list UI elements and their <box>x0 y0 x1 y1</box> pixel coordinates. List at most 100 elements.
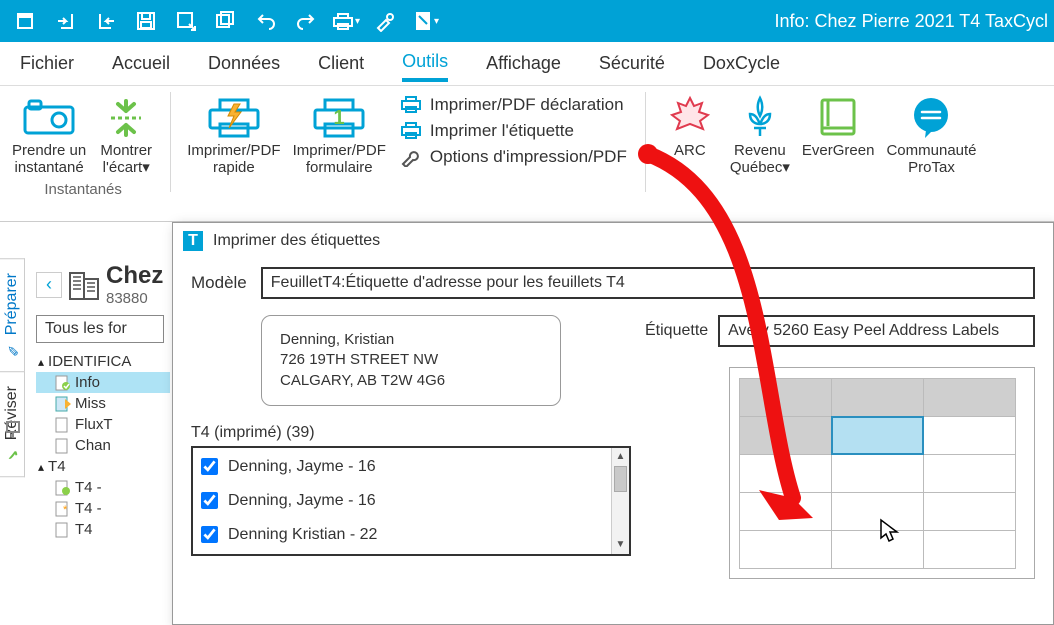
model-label: Modèle <box>191 273 247 293</box>
all-forms-field[interactable]: Tous les for <box>36 315 164 343</box>
label: l'écart▾ <box>103 159 150 176</box>
print-pdf-quick-button[interactable]: Imprimer/PDF rapide <box>181 92 286 179</box>
tree-node-t4b[interactable]: * T4 - <box>36 498 170 519</box>
tree-node-flux[interactable]: FluxT <box>36 414 170 435</box>
label: Québec▾ <box>730 159 790 176</box>
new-file-icon[interactable] <box>12 7 40 35</box>
label: formulaire <box>306 159 373 176</box>
tree-node-chan[interactable]: Chan <box>36 435 170 456</box>
tab-affichage[interactable]: Affichage <box>486 47 561 80</box>
list-item[interactable]: Denning Kristian - 22 <box>195 518 611 552</box>
print-pdf-form-button[interactable]: 1 Imprimer/PDF formulaire <box>287 92 392 179</box>
tree-node-t4[interactable]: ▴T4 <box>36 456 170 477</box>
label: Imprimer l'étiquette <box>430 121 574 141</box>
tab-fichier[interactable]: Fichier <box>20 47 74 80</box>
client-id: 83880 <box>106 290 163 307</box>
scroll-thumb[interactable] <box>614 466 627 492</box>
label: T4 <box>75 521 93 538</box>
tab-securite[interactable]: Sécurité <box>599 47 665 80</box>
label: Miss <box>75 395 106 412</box>
tree-node-t4c[interactable]: T4 <box>36 519 170 540</box>
tree-node-miss[interactable]: Miss <box>36 393 170 414</box>
item-checkbox[interactable] <box>201 492 218 509</box>
print-label-button[interactable]: Imprimer l'étiquette <box>392 118 635 144</box>
label: ARC <box>674 142 706 159</box>
camera-icon <box>21 94 77 140</box>
collapse-button[interactable]: ‹ <box>36 272 62 298</box>
model-combobox[interactable]: FeuilletT4:Étiquette d'adresse pour les … <box>261 267 1035 299</box>
address-preview: Denning, Kristian 726 19TH STREET NW CAL… <box>261 315 561 406</box>
tab-outils[interactable]: Outils <box>402 45 448 82</box>
tree-node-info[interactable]: Info <box>36 372 170 393</box>
undo-icon[interactable] <box>252 7 280 35</box>
label: instantané <box>14 159 83 176</box>
save-as-icon[interactable] <box>172 7 200 35</box>
vtab-prepare[interactable]: ✎Préparer <box>0 258 25 372</box>
label: Prendre un <box>12 142 86 159</box>
community-button[interactable]: Communauté ProTax <box>880 92 982 179</box>
label: Options d'impression/PDF <box>430 147 627 167</box>
printer-one-icon: 1 <box>311 94 367 140</box>
scroll-down-icon[interactable]: ▼ <box>612 536 629 554</box>
selected-label-cell[interactable] <box>831 416 924 455</box>
label-type-combobox[interactable]: Avery 5260 Easy Peel Address Labels <box>718 315 1035 347</box>
label: FluxT <box>75 416 113 433</box>
list-item[interactable]: Denning, Jayme - 16 <box>195 484 611 518</box>
form-tree: ▴IDENTIFICA Info Miss FluxT Chan ▴T4 T4 … <box>30 347 170 540</box>
printer-small-icon <box>400 121 422 141</box>
address-line: 726 19TH STREET NW <box>280 350 542 370</box>
address-line: Denning, Kristian <box>280 330 542 350</box>
print-pdf-declaration-button[interactable]: Imprimer/PDF déclaration <box>392 92 635 118</box>
chat-icon <box>903 94 959 140</box>
label: T4 - <box>75 500 102 517</box>
edit-doc-icon[interactable]: ▾ <box>412 7 440 35</box>
tab-donnees[interactable]: Données <box>208 47 280 80</box>
item-checkbox[interactable] <box>201 526 218 543</box>
item-checkbox[interactable] <box>201 458 218 475</box>
rq-link-button[interactable]: Revenu Québec▾ <box>724 92 796 179</box>
label-sheet-picker[interactable] <box>729 367 1035 579</box>
vertical-tab-strip: ✎Préparer ✔Réviser <box>0 258 30 476</box>
scrollbar[interactable]: ▲ ▼ <box>611 448 629 554</box>
tab-accueil[interactable]: Accueil <box>112 47 170 80</box>
options-icon[interactable] <box>372 7 400 35</box>
tree-node-t4a[interactable]: T4 - <box>36 477 170 498</box>
snapshot-button[interactable]: Prendre un instantané <box>6 92 92 179</box>
tree-node-identification[interactable]: ▴IDENTIFICA <box>36 351 170 372</box>
list-item[interactable]: Denning, Jayme - 16 <box>195 450 611 484</box>
label: Revenu <box>734 142 786 159</box>
print-icon[interactable]: ▾ <box>332 7 360 35</box>
recipient-listbox[interactable]: Denning, Jayme - 16 Denning, Jayme - 16 … <box>191 446 631 556</box>
dialog-title-text: Imprimer des étiquettes <box>213 232 380 250</box>
label: ProTax <box>908 159 955 176</box>
label: Montrer <box>100 142 152 159</box>
print-options-button[interactable]: Options d'impression/PDF <box>392 144 635 170</box>
ribbon: Prendre un instantané Montrer l'écart▾ I… <box>0 86 1054 222</box>
quick-access-toolbar: ▾ ▾ Info: Chez Pierre 2021 T4 TaxCycl <box>0 0 1054 42</box>
tab-doxcycle[interactable]: DoxCycle <box>703 47 780 80</box>
save-icon[interactable] <box>132 7 160 35</box>
evergreen-button[interactable]: EverGreen <box>796 92 881 161</box>
save-all-icon[interactable] <box>212 7 240 35</box>
redo-icon[interactable] <box>292 7 320 35</box>
item-label: Denning Kristian - 22 <box>228 526 377 544</box>
window-title: Info: Chez Pierre 2021 T4 TaxCycl <box>775 11 1048 32</box>
import-icon[interactable] <box>52 7 80 35</box>
cra-link-button[interactable]: ARC <box>656 92 724 161</box>
print-labels-dialog: T Imprimer des étiquettes Modèle Feuille… <box>172 222 1054 625</box>
scroll-up-icon[interactable]: ▲ <box>612 448 629 466</box>
label: rapide <box>213 159 255 176</box>
label: IDENTIFICA <box>48 353 131 370</box>
printer-small-icon <box>400 95 422 115</box>
label: T4 <box>48 458 66 475</box>
export-icon[interactable] <box>92 7 120 35</box>
label: Imprimer/PDF <box>293 142 386 159</box>
maple-leaf-icon <box>662 94 718 140</box>
address-line: CALGARY, AB T2W 4G6 <box>280 371 542 391</box>
pin-icon[interactable] <box>3 418 25 443</box>
svg-text:*: * <box>63 504 68 516</box>
tab-client[interactable]: Client <box>318 47 364 80</box>
list-header: T4 (imprimé) (39) <box>191 424 631 442</box>
show-variance-button[interactable]: Montrer l'écart▾ <box>92 92 160 179</box>
label: Communauté <box>886 142 976 159</box>
